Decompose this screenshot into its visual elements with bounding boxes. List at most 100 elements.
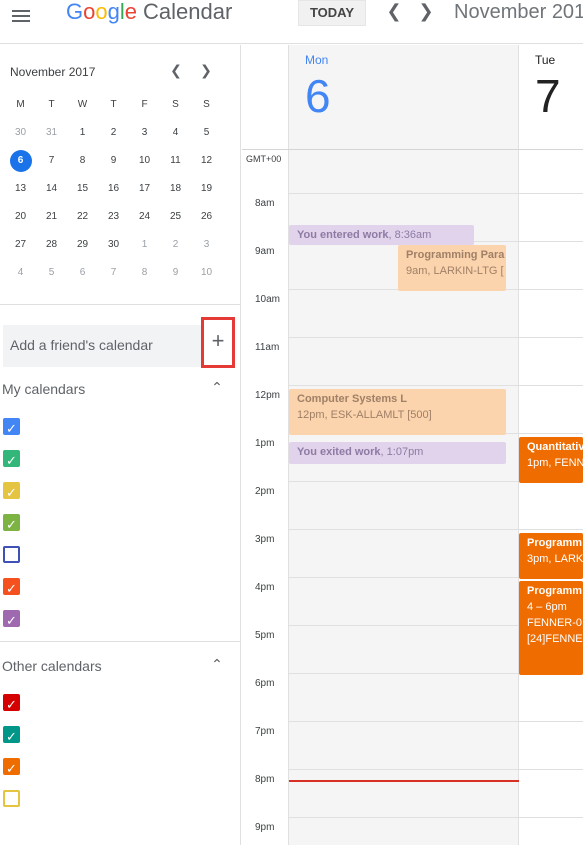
mini-next-month-icon[interactable]: ❯ [198, 61, 214, 79]
all-day-divider [242, 149, 583, 150]
mini-calendar-day[interactable]: 27 [5, 231, 36, 259]
mini-calendar-day[interactable]: 9 [160, 259, 191, 287]
day-number: 1 [141, 239, 148, 250]
mini-calendar-day[interactable]: 29 [67, 231, 98, 259]
mini-calendar-week: 30 31 1 2 3 4 5 [5, 119, 222, 147]
day-number: 8 [79, 155, 86, 166]
mini-calendar-weekdays: M T W T F S S [5, 91, 222, 119]
event-exited-work[interactable]: You exited work, 1:07pm [289, 442, 506, 464]
calendar-checkbox[interactable] [3, 546, 20, 563]
mini-calendar-day[interactable]: 11 [160, 147, 191, 175]
calendar-checkbox[interactable]: ✓ [3, 450, 20, 468]
mini-calendar-day[interactable]: 4 [5, 259, 36, 287]
day-number: 30 [14, 127, 27, 138]
mini-calendar-day[interactable]: 10 [191, 259, 222, 287]
event-detail: 12pm, ESK-ALLAMLT [500] [297, 409, 432, 421]
event-programming-mon[interactable]: Programming Para 9am, LARKIN-LTG [ [398, 245, 506, 291]
mini-calendar-day[interactable]: 13 [5, 175, 36, 203]
day-number: 13 [14, 183, 27, 194]
mini-calendar-day[interactable]: 18 [160, 175, 191, 203]
mini-calendar-day[interactable]: 4 [160, 119, 191, 147]
mini-calendar-day[interactable]: 1 [129, 231, 160, 259]
chevron-left-icon[interactable]: ❮ [384, 0, 404, 24]
mini-calendar-day[interactable]: 6 [5, 147, 36, 175]
day-number: 15 [76, 183, 89, 194]
mini-calendar-day[interactable]: 26 [191, 203, 222, 231]
event-detail: 3pm, LARK [527, 553, 583, 565]
calendar-checkbox[interactable]: ✓ [3, 694, 20, 712]
mini-calendar-day[interactable]: 3 [129, 119, 160, 147]
mini-calendar-day[interactable]: 25 [160, 203, 191, 231]
date-range-title: November 2017 [454, 1, 583, 23]
weekday-label: S [172, 99, 179, 110]
app-header: Google Calendar TODAY ❮ ❯ November 2017 [0, 0, 583, 44]
mini-calendar-day[interactable]: 8 [67, 147, 98, 175]
mini-prev-month-icon[interactable]: ❮ [168, 61, 184, 79]
event-time: , 1:07pm [380, 446, 424, 458]
other-calendars-title[interactable]: Other calendars [2, 658, 102, 674]
mini-calendar-day[interactable]: 7 [36, 147, 67, 175]
mini-calendar-day[interactable]: 8 [129, 259, 160, 287]
mini-calendar-day[interactable]: 7 [98, 259, 129, 287]
day-number[interactable]: 6 [305, 70, 331, 122]
calendar-checkbox[interactable]: ✓ [3, 418, 20, 436]
main-menu-icon[interactable] [8, 6, 36, 28]
event-computer-systems[interactable]: Computer Systems L 12pm, ESK-ALLAMLT [50… [289, 389, 506, 435]
mini-calendar-day[interactable]: 2 [98, 119, 129, 147]
mini-calendar-day[interactable]: 3 [191, 231, 222, 259]
mini-calendar-day[interactable]: 30 [5, 119, 36, 147]
mini-calendar-day[interactable]: 9 [98, 147, 129, 175]
mini-calendar-day[interactable]: 31 [36, 119, 67, 147]
mini-calendar-day[interactable]: 5 [36, 259, 67, 287]
hour-gridline [289, 817, 583, 818]
hour-label: 9am [255, 246, 275, 257]
hour-label: 4pm [255, 582, 275, 593]
event-entered-work[interactable]: You entered work, 8:36am [289, 225, 474, 245]
hour-label: 9pm [255, 822, 275, 833]
calendar-checkbox[interactable] [3, 790, 20, 807]
mini-calendar-day[interactable]: 23 [98, 203, 129, 231]
day-number: 8 [141, 267, 148, 278]
calendar-checkbox[interactable]: ✓ [3, 482, 20, 500]
calendar-checkbox[interactable]: ✓ [3, 578, 20, 596]
day-number: 9 [110, 155, 117, 166]
mini-calendar-day[interactable]: 30 [98, 231, 129, 259]
mini-calendar-day[interactable]: 6 [67, 259, 98, 287]
calendar-checkbox[interactable]: ✓ [3, 514, 20, 532]
mini-calendar-day[interactable]: 5 [191, 119, 222, 147]
mini-calendar-day[interactable]: 14 [36, 175, 67, 203]
chevron-up-icon[interactable]: ⌃ [207, 656, 227, 676]
google-calendar-logo[interactable]: Google Calendar [66, 0, 232, 25]
calendar-checkbox[interactable]: ✓ [3, 726, 20, 744]
hour-gridline [289, 769, 583, 770]
mini-calendar-day[interactable]: 19 [191, 175, 222, 203]
hour-label: 8pm [255, 774, 275, 785]
mini-calendar-day[interactable]: 28 [36, 231, 67, 259]
plus-icon[interactable]: + [201, 317, 235, 368]
day-number[interactable]: 7 [535, 70, 561, 122]
mini-calendar-day[interactable]: 10 [129, 147, 160, 175]
mini-calendar-day[interactable]: 12 [191, 147, 222, 175]
weekday-label: M [16, 99, 25, 110]
mini-calendar-day[interactable]: 24 [129, 203, 160, 231]
mini-calendar-day[interactable]: 22 [67, 203, 98, 231]
calendar-checkbox[interactable]: ✓ [3, 610, 20, 628]
mini-calendar-day[interactable]: 21 [36, 203, 67, 231]
today-button[interactable]: TODAY [298, 0, 366, 26]
mini-calendar-day[interactable]: 16 [98, 175, 129, 203]
chevron-up-icon[interactable]: ⌃ [207, 379, 227, 399]
mini-calendar-day[interactable]: 17 [129, 175, 160, 203]
mini-calendar-day[interactable]: 2 [160, 231, 191, 259]
day-name: Mon [305, 53, 329, 67]
mini-calendar-day[interactable]: 1 [67, 119, 98, 147]
chevron-right-icon[interactable]: ❯ [416, 0, 436, 24]
event-programming-tue-2[interactable]: Programm 4 – 6pm FENNER-0 [24]FENNE [519, 581, 583, 675]
mini-calendar-day[interactable]: 20 [5, 203, 36, 231]
calendar-checkbox[interactable]: ✓ [3, 758, 20, 776]
event-programming-tue-1[interactable]: Programm 3pm, LARK [519, 533, 583, 579]
day-number: 1 [79, 127, 86, 138]
mini-calendar-day[interactable]: 15 [67, 175, 98, 203]
event-quantitative[interactable]: Quantitativ 1pm, FENN [519, 437, 583, 483]
event-time: , 8:36am [388, 229, 432, 241]
my-calendars-title[interactable]: My calendars [2, 381, 85, 397]
